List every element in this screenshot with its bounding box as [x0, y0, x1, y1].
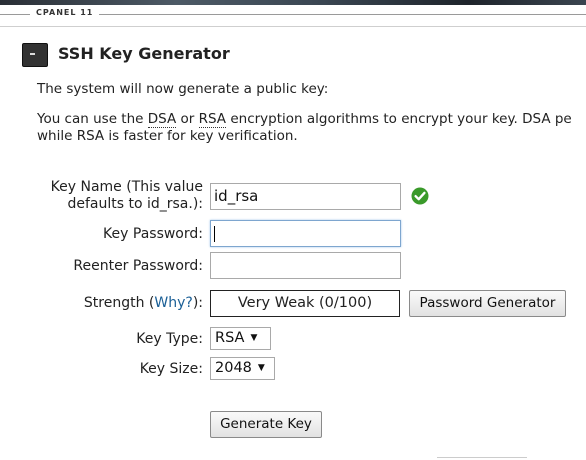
terminal-icon: [22, 43, 48, 67]
generate-key-button[interactable]: Generate Key: [210, 411, 322, 438]
desc-text: You can use the: [37, 111, 148, 127]
strength-label: Strength (Why?):: [84, 295, 203, 312]
check-circle-icon: [411, 187, 429, 205]
reenter-password-input[interactable]: [210, 252, 401, 279]
reenter-password-label: Reenter Password:: [73, 258, 203, 274]
panel-border: [0, 26, 586, 27]
key-name-input[interactable]: id_rsa: [210, 183, 401, 210]
key-name-label: Key Name (This value defaults to id_rsa.…: [51, 179, 203, 213]
key-password-input[interactable]: [210, 220, 401, 247]
key-type-value: RSA: [215, 330, 245, 346]
description-line-1: You can use the DSA or RSA encryption al…: [37, 111, 572, 128]
key-name-label-line-1: Key Name (This value: [50, 179, 203, 195]
desc-text: or: [176, 111, 199, 127]
description: You can use the DSA or RSA encryption al…: [37, 111, 572, 145]
page-title: SSH Key Generator: [58, 44, 230, 63]
bottom-divider: [437, 457, 527, 458]
dsa-acronym: DSA: [147, 111, 177, 128]
strength-label-text: Strength (: [83, 295, 155, 311]
rsa-acronym: RSA: [198, 111, 227, 128]
key-type-label: Key Type:: [136, 331, 203, 347]
text-caret: [214, 226, 215, 242]
dropdown-arrow-icon: ▼: [257, 363, 265, 373]
dropdown-arrow-icon: ▼: [250, 333, 258, 343]
key-size-value: 2048: [215, 360, 252, 376]
desc-text: encryption algorithms to encrypt your ke…: [226, 111, 572, 127]
why-link[interactable]: Why?: [154, 295, 192, 311]
key-size-label: Key Size:: [139, 361, 203, 377]
key-password-label: Key Password:: [103, 226, 203, 242]
strength-meter: Very Weak (0/100): [210, 290, 400, 317]
password-generator-button[interactable]: Password Generator: [409, 290, 566, 317]
description-line-2: while RSA is faster for key verification…: [37, 128, 298, 144]
intro-text: The system will now generate a public ke…: [37, 81, 329, 97]
top-strip: [0, 0, 586, 5]
key-type-select[interactable]: RSA ▼: [210, 327, 271, 350]
strength-label-text: ):: [192, 295, 203, 311]
key-size-select[interactable]: 2048 ▼: [210, 357, 275, 380]
key-name-label-line-2: defaults to id_rsa.):: [67, 196, 203, 212]
brand-logo: CPANEL 11: [30, 7, 100, 19]
